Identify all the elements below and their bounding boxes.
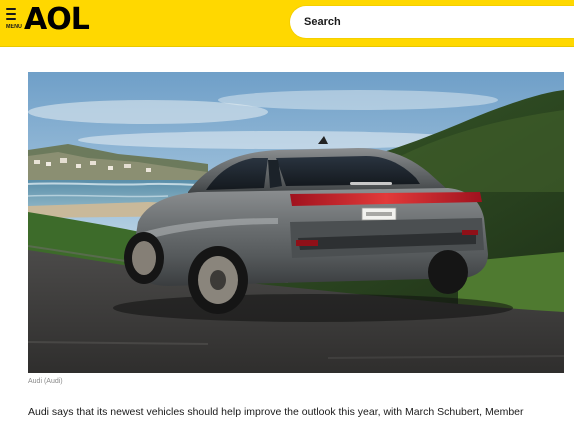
article-body-text: Audi says that its newest vehicles shoul… [28,406,524,418]
menu-label: MENU [6,24,22,30]
article-hero-image [28,72,564,373]
rear-left-wheel [188,246,248,314]
hamburger-menu-icon-bar-bottom [6,18,16,20]
hamburger-menu-button[interactable]: MENU [6,7,22,33]
hamburger-menu-icon-bar-top [6,8,16,10]
search-input[interactable] [304,13,554,31]
image-caption: Audi (Audi) [28,378,63,385]
search-bar[interactable] [290,6,574,38]
site-header: MENU AOL [0,0,574,47]
rear-right-wheel [428,250,468,294]
aol-logo[interactable]: AOL [24,2,90,38]
hamburger-menu-icon-bar-middle [6,13,16,15]
front-left-wheel [124,232,164,284]
audi-suv-photo [28,72,564,373]
